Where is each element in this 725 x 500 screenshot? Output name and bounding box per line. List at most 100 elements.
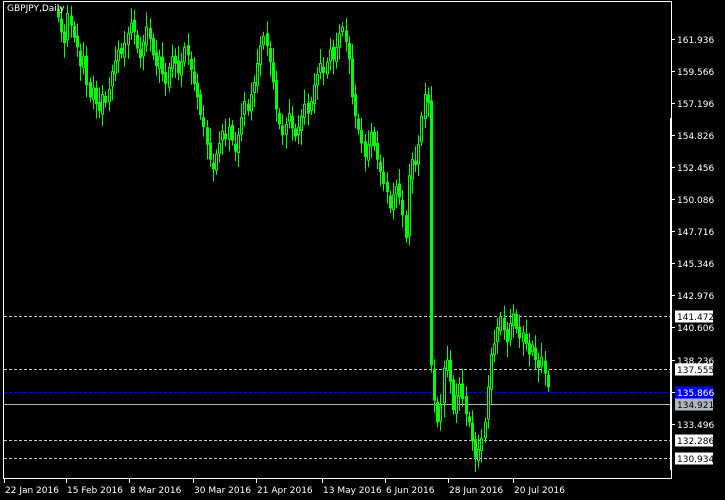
candle-body-bull: [114, 60, 117, 75]
candle-body-bear: [70, 15, 73, 26]
candle-body-bull: [338, 33, 341, 48]
price-tick-label: 133.496: [677, 421, 714, 431]
candle-body-bear: [152, 38, 155, 56]
candle-body-bull: [335, 46, 338, 63]
candle-body-bear: [209, 142, 212, 160]
time-tick-label: 30 Mar 2016: [194, 486, 251, 496]
candle-body-bear: [307, 103, 310, 114]
level-label: 132.286: [677, 437, 714, 447]
candle-body-bear: [89, 81, 92, 98]
candle-body-bull: [455, 394, 458, 414]
candle-body-bull: [408, 175, 411, 237]
candle-body-bull: [300, 115, 303, 131]
time-tick-label: 6 Jun 2016: [386, 486, 435, 496]
level-label: 130.934: [677, 455, 714, 465]
candle-body-bear: [452, 379, 455, 411]
candle-body-bull: [130, 22, 133, 34]
candle-body-bear: [206, 127, 209, 145]
level-label: 141.472: [677, 313, 714, 323]
candle-body-bull: [370, 132, 373, 147]
candle-body-bear: [461, 383, 464, 400]
candle-body-bull: [297, 126, 300, 135]
price-tick-label: 161.936: [677, 36, 714, 46]
candle-body-bear: [164, 72, 167, 84]
candle-body-bear: [177, 60, 180, 74]
level-label: 135.866: [677, 389, 714, 399]
candle-body-bear: [449, 360, 452, 382]
candle-body-bear: [199, 94, 202, 115]
candle-body-bull: [285, 123, 288, 135]
candle-body-bull: [439, 405, 442, 422]
candle-body-bear: [275, 80, 278, 110]
candle-body-bear: [161, 56, 164, 75]
candle-body-bear: [506, 329, 509, 343]
candle-body-bull: [313, 84, 316, 105]
candle-body-bear: [73, 25, 76, 38]
candle-body-bull: [392, 194, 395, 210]
candle-body-bear: [272, 62, 275, 83]
candle-body-bull: [341, 26, 344, 33]
candle-body-bull: [66, 12, 69, 41]
candle-body-bull: [458, 383, 461, 397]
candle-body-bull: [496, 327, 499, 343]
candle-body-bear: [382, 171, 385, 185]
candle-body-bull: [420, 115, 423, 143]
candle-body-bull: [316, 73, 319, 86]
candle-body-bull: [490, 354, 493, 390]
candle-body-bear: [104, 95, 107, 103]
candle-body-bear: [202, 117, 205, 128]
candle-body-bear: [360, 129, 363, 144]
candle-body-bull: [237, 134, 240, 154]
candle-body-bear: [79, 50, 82, 67]
candle-body-bear: [386, 181, 389, 193]
candle-body-bull: [108, 88, 111, 103]
candle-body-bull: [446, 359, 449, 371]
candle-body-bear: [212, 162, 215, 170]
candle-body-bull: [221, 130, 224, 141]
candle-body-bear: [427, 94, 430, 103]
candle-body-bear: [269, 48, 272, 63]
candle-body-bear: [278, 112, 281, 125]
candle-body-bear: [414, 160, 417, 166]
candle-body-bull: [480, 438, 483, 452]
candle-body-bull: [183, 46, 186, 63]
candle-body-bear: [136, 34, 139, 49]
candle-body-bull: [477, 448, 480, 462]
level-label: 137.555: [677, 366, 714, 376]
price-tick-label: 157.196: [677, 100, 714, 110]
candle-body-bull: [101, 94, 104, 115]
candle-body-bull: [256, 63, 259, 87]
price-tick-label: 159.566: [677, 68, 714, 78]
candle-body-bear: [234, 143, 237, 152]
candle-body-bear: [190, 58, 193, 71]
candle-body-bear: [544, 360, 547, 374]
candle-body-bear: [474, 439, 477, 458]
candle-body-bear: [465, 396, 468, 415]
candlestick-chart: 161.936 159.566 157.196 154.826 152.456 150.0…: [0, 0, 725, 500]
price-tick-label: 147.716: [677, 228, 714, 238]
candle-body-bear: [196, 82, 199, 98]
candle-body-bull: [218, 142, 221, 154]
candle-body-bear: [525, 334, 528, 344]
candle-body-bull: [262, 35, 265, 46]
candle-body-bear: [351, 58, 354, 98]
candle-body-bull: [487, 386, 490, 420]
candle-body-bear: [534, 347, 537, 361]
candle-body-bear: [266, 33, 269, 46]
candle-body-bear: [471, 422, 474, 442]
candle-body-bear: [357, 118, 360, 130]
candle-body-bear: [231, 125, 234, 141]
candle-body-bear: [98, 101, 101, 111]
candle-body-bear: [60, 18, 63, 33]
candle-body-bull: [329, 49, 332, 62]
candle-body-bull: [123, 42, 126, 58]
candle-body-bull: [117, 49, 120, 62]
candle-body-bull: [531, 344, 534, 352]
candle-body-bear: [354, 94, 357, 117]
candle-body-bear: [364, 141, 367, 157]
candle-body-bear: [224, 133, 227, 140]
candle-body-bull: [127, 33, 130, 45]
candle-body-bull: [509, 322, 512, 340]
candle-body-bull: [512, 313, 515, 327]
time-tick-label: 13 May 2016: [323, 486, 382, 496]
